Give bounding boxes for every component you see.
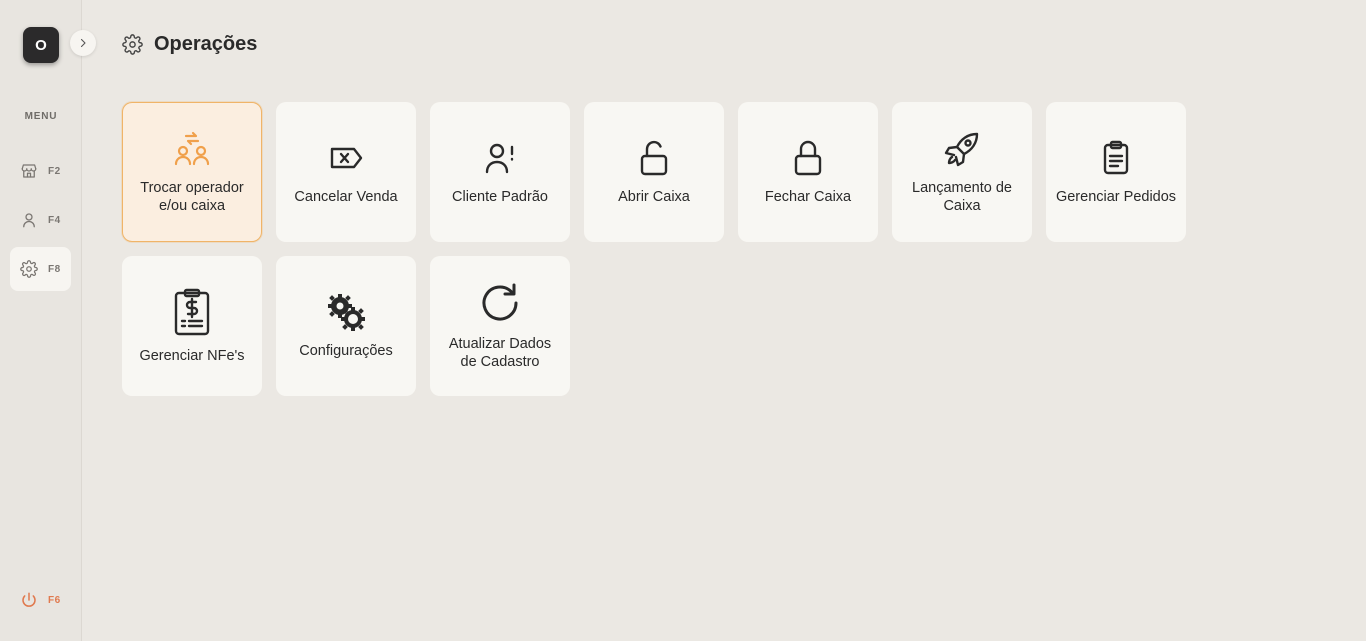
lock-icon bbox=[791, 138, 825, 178]
clipboard-icon bbox=[1100, 138, 1132, 178]
card-label: Gerenciar NFe's bbox=[139, 348, 245, 364]
gear-icon bbox=[20, 260, 38, 278]
card-atualizar-dados[interactable]: Atualizar Dados de Cadastro bbox=[430, 256, 570, 396]
card-label: Lançamento de Caixa bbox=[912, 180, 1012, 214]
card-cancelar-venda[interactable]: Cancelar Venda bbox=[276, 102, 416, 242]
card-label: Abrir Caixa bbox=[618, 189, 690, 205]
cancel-tag-icon bbox=[328, 138, 364, 178]
avatar-initial: O bbox=[35, 36, 47, 54]
card-abrir-caixa[interactable]: Abrir Caixa bbox=[584, 102, 724, 242]
card-cliente-padrao[interactable]: Cliente Padrão bbox=[430, 102, 570, 242]
sidebar-item-user[interactable]: F4 bbox=[10, 198, 71, 242]
sidebar-item-key: F4 bbox=[48, 214, 61, 226]
user-alert-icon bbox=[482, 138, 518, 178]
card-label: Gerenciar Pedidos bbox=[1055, 189, 1177, 205]
card-trocar-operador[interactable]: Trocar operador e/ou caixa bbox=[122, 102, 262, 242]
power-key: F6 bbox=[48, 594, 61, 606]
sidebar: O MENU F2 F4 F8 F6 bbox=[0, 0, 82, 641]
card-label: Atualizar Dados de Cadastro bbox=[448, 336, 552, 370]
sidebar-item-key: F8 bbox=[48, 263, 61, 275]
card-configuracoes[interactable]: Configurações bbox=[276, 256, 416, 396]
swap-users-icon bbox=[172, 129, 212, 169]
refresh-icon bbox=[478, 281, 522, 325]
gears-icon bbox=[325, 292, 367, 332]
avatar[interactable]: O bbox=[23, 27, 59, 63]
gear-icon bbox=[122, 34, 143, 55]
sidebar-item-operations[interactable]: F8 bbox=[10, 247, 71, 291]
store-icon bbox=[20, 162, 38, 180]
sidebar-item-key: F2 bbox=[48, 165, 61, 177]
card-label: Configurações bbox=[299, 343, 393, 359]
expand-sidebar-button[interactable] bbox=[70, 30, 96, 56]
chevron-right-icon bbox=[77, 37, 89, 49]
card-label: Fechar Caixa bbox=[764, 189, 852, 205]
card-fechar-caixa[interactable]: Fechar Caixa bbox=[738, 102, 878, 242]
operations-grid: Trocar operador e/ou caixa Cancelar Vend… bbox=[122, 102, 1186, 396]
unlock-icon bbox=[637, 138, 671, 178]
card-gerenciar-nfes[interactable]: Gerenciar NFe's bbox=[122, 256, 262, 396]
card-lancamento-caixa[interactable]: Lançamento de Caixa bbox=[892, 102, 1032, 242]
sidebar-item-store[interactable]: F2 bbox=[10, 149, 71, 193]
card-gerenciar-pedidos[interactable]: Gerenciar Pedidos bbox=[1046, 102, 1186, 242]
card-label: Cancelar Venda bbox=[294, 189, 398, 205]
power-button[interactable]: F6 bbox=[10, 578, 71, 622]
page-header: Operações bbox=[122, 33, 257, 56]
menu-label: MENU bbox=[24, 111, 58, 122]
page-title: Operações bbox=[154, 33, 258, 55]
invoice-dollar-icon bbox=[173, 287, 211, 337]
card-label: Trocar operador e/ou caixa bbox=[140, 180, 244, 214]
user-icon bbox=[20, 211, 38, 229]
power-icon bbox=[20, 591, 38, 609]
card-label: Cliente Padrão bbox=[452, 189, 548, 205]
rocket-icon bbox=[943, 129, 981, 169]
